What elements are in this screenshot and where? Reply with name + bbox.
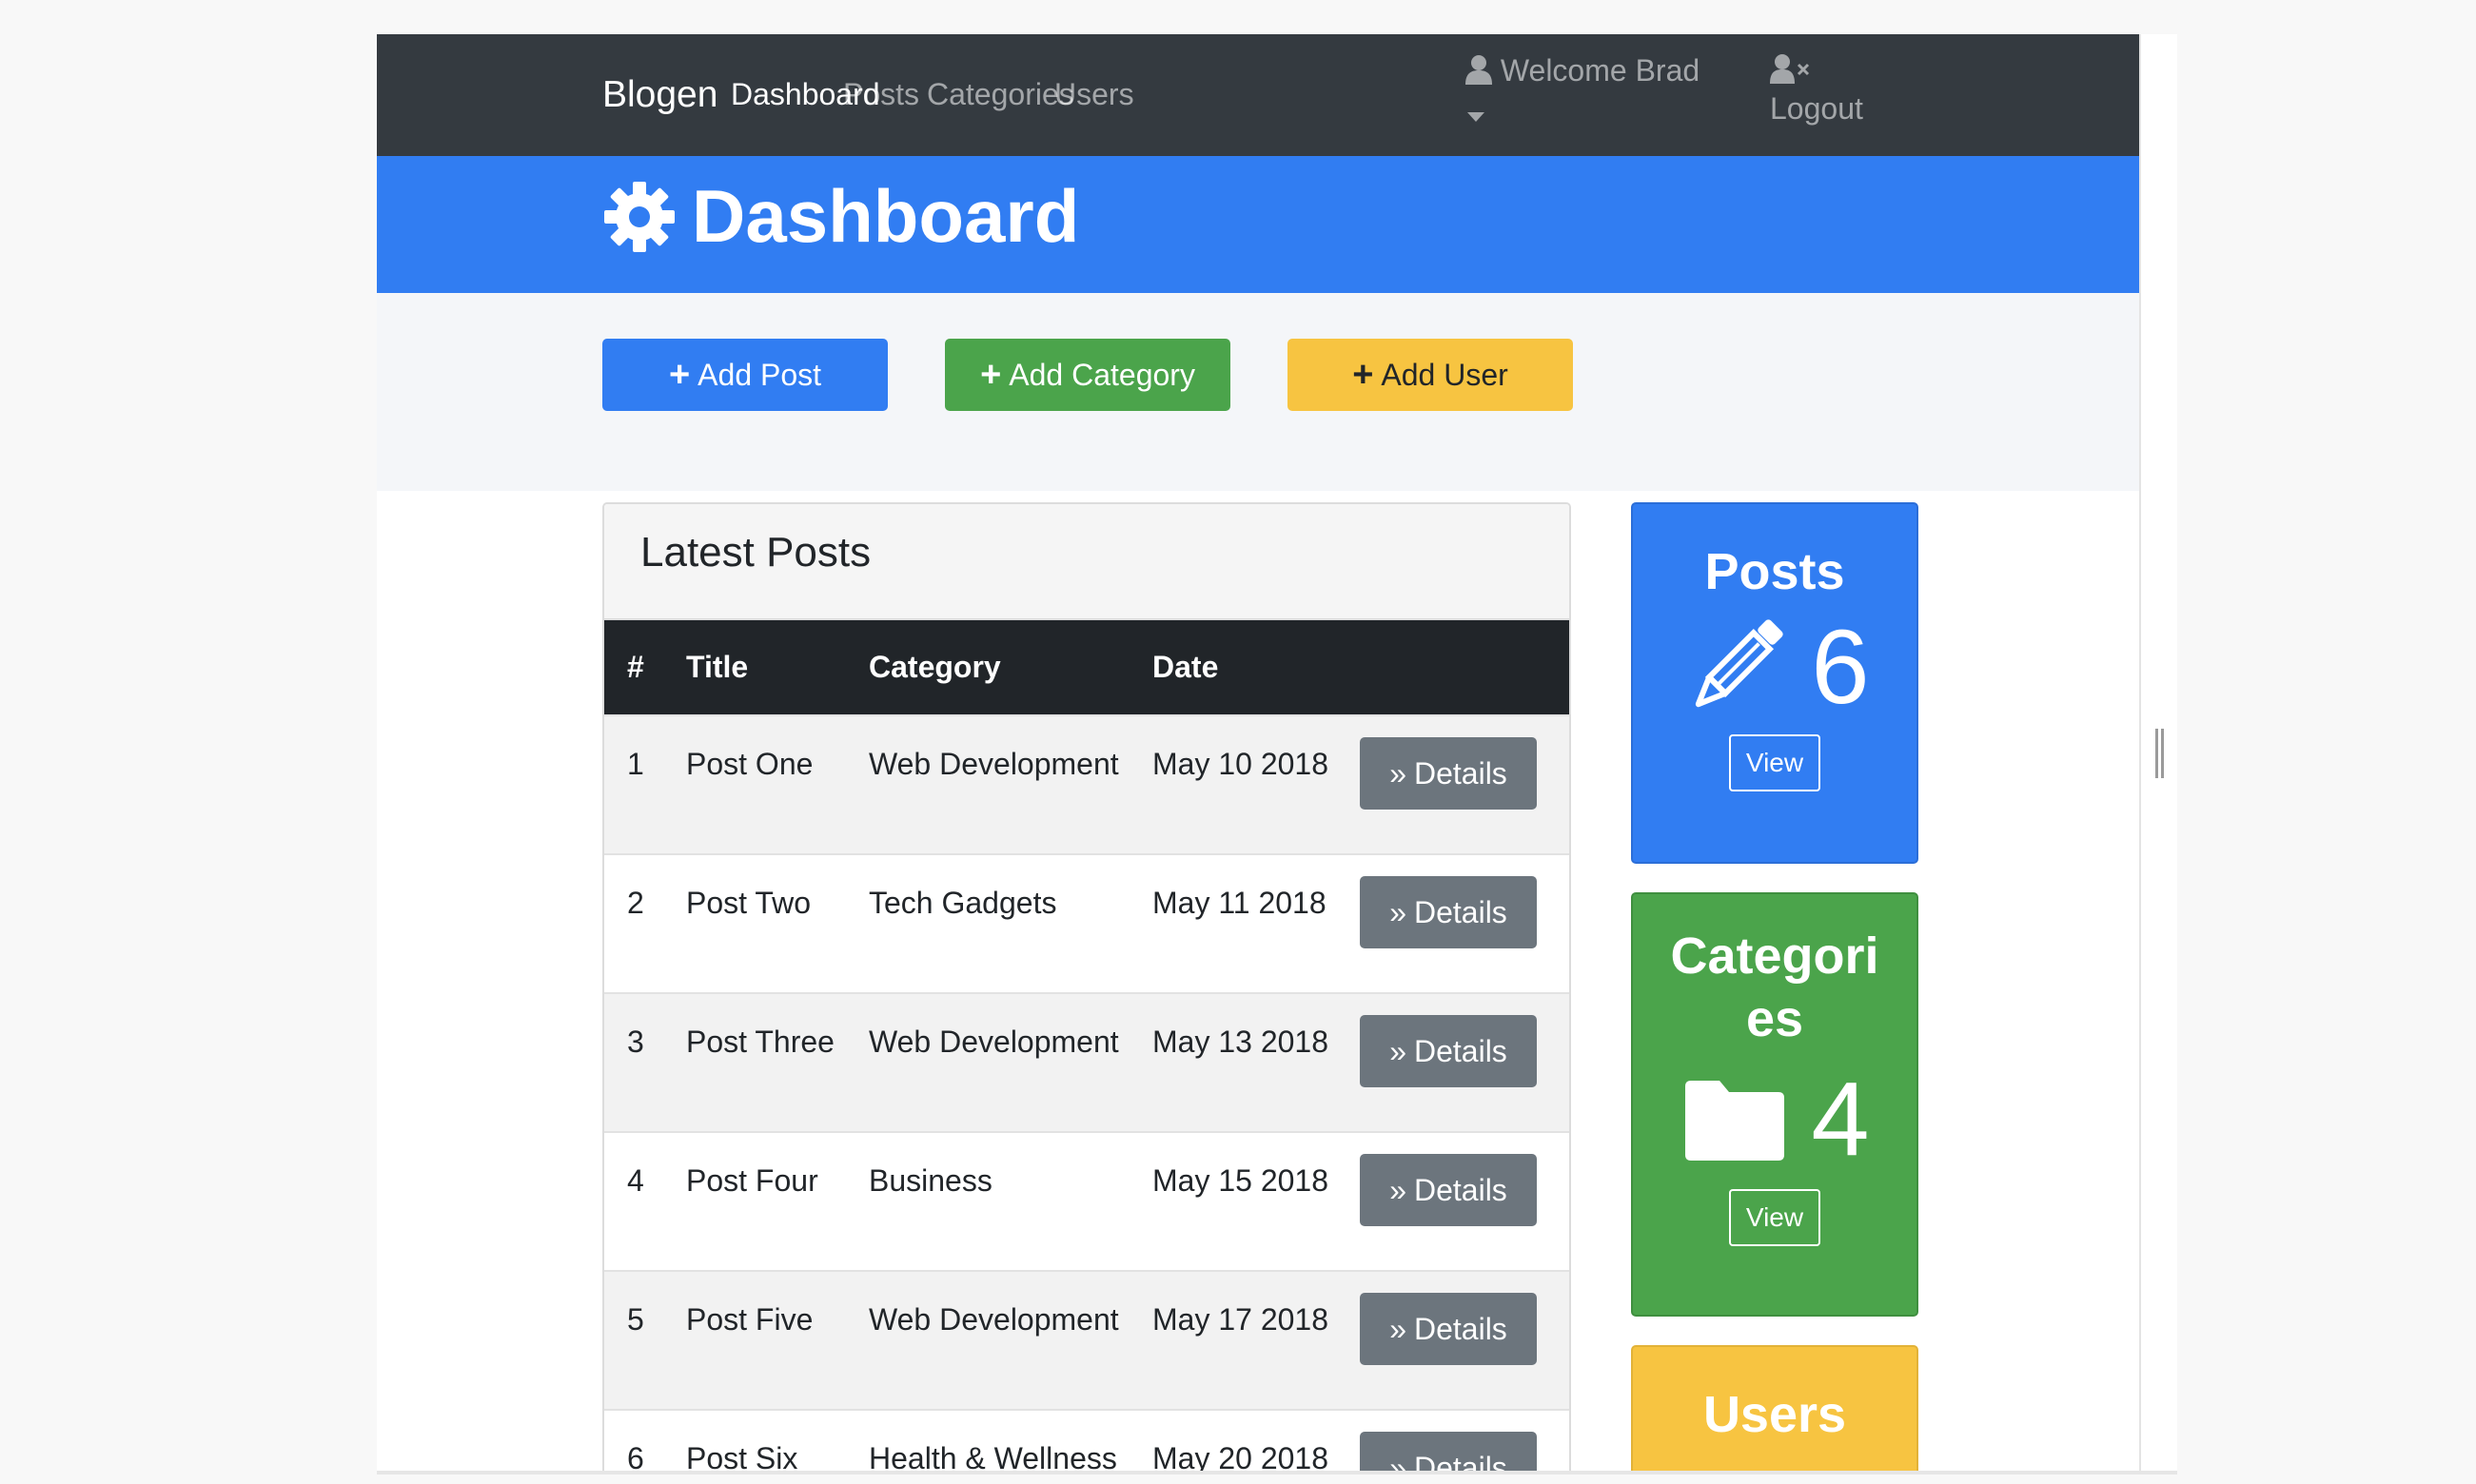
welcome-text: Welcome Brad (1500, 53, 1700, 88)
column-header-title: Title (686, 650, 749, 684)
posts-stat-card: Posts 6 View (1631, 502, 1918, 864)
users-stat-title: Users (1702, 1386, 1847, 1443)
bottom-edge (377, 1471, 2177, 1474)
welcome-dropdown[interactable]: Welcome Brad (1465, 53, 1700, 122)
cell-number: 3 (627, 1025, 644, 1059)
action-bar: + Add Post + Add Category + Add User (377, 293, 2139, 491)
double-chevron-right-icon: » (1389, 1034, 1406, 1068)
gear-icon (602, 180, 677, 254)
column-header-actions (1337, 620, 1569, 715)
add-user-button[interactable]: + Add User (1287, 339, 1573, 411)
details-label: Details (1413, 895, 1507, 929)
plus-icon: + (1352, 354, 1374, 395)
cell-title: Post Four (686, 1163, 818, 1198)
latest-posts-title: Latest Posts (604, 504, 1569, 620)
logout-label: Logout (1770, 91, 1863, 126)
table-row: 1 Post One Web Development May 10 2018 »… (604, 715, 1569, 854)
resize-handle[interactable] (2155, 729, 2164, 778)
cell-title: Post Two (686, 886, 812, 920)
details-button[interactable]: » Details (1360, 1432, 1537, 1474)
user-icon (1465, 54, 1492, 92)
cell-date: May 11 2018 (1152, 886, 1326, 920)
cell-number: 1 (627, 747, 644, 781)
posts-count: 6 (1811, 609, 1870, 726)
posts-table: # Title Category Date 1 Post One Web Dev… (604, 620, 1569, 1474)
pencil-icon (1680, 613, 1790, 723)
cell-number: 2 (627, 886, 644, 920)
cell-category: Web Development (869, 1025, 1119, 1059)
cell-number: 4 (627, 1163, 644, 1198)
cell-title: Post Five (686, 1302, 814, 1337)
cell-date: May 15 2018 (1152, 1163, 1329, 1198)
details-label: Details (1413, 1312, 1507, 1346)
navbar: Blogen Dashboard Posts Categories Users … (377, 34, 2139, 156)
cell-number: 6 (627, 1441, 644, 1474)
cell-number: 5 (627, 1302, 644, 1337)
cell-title: Post One (686, 747, 814, 781)
details-label: Details (1413, 1173, 1507, 1207)
folder-icon (1680, 1077, 1790, 1162)
details-label: Details (1413, 1034, 1507, 1068)
table-row: 4 Post Four Business May 15 2018 » Detail… (604, 1132, 1569, 1271)
plus-icon: + (668, 354, 691, 395)
latest-posts-card: Latest Posts # Title Category Date 1 Pos… (602, 502, 1571, 1474)
add-category-button[interactable]: + Add Category (945, 339, 1230, 411)
cell-title: Post Six (686, 1441, 798, 1474)
add-user-label: Add User (1381, 357, 1508, 392)
user-times-icon (1770, 53, 1863, 91)
add-category-label: Add Category (1009, 357, 1195, 392)
double-chevron-right-icon: » (1389, 1312, 1406, 1346)
users-stat-card: Users (1631, 1345, 1918, 1474)
categories-count: 4 (1811, 1061, 1870, 1178)
details-button[interactable]: » Details (1360, 737, 1537, 810)
page-header: Dashboard (377, 156, 2139, 293)
details-button[interactable]: » Details (1360, 1293, 1537, 1365)
double-chevron-right-icon: » (1389, 1173, 1406, 1207)
double-chevron-right-icon: » (1389, 895, 1406, 929)
page-title: Dashboard (692, 174, 1080, 258)
cell-category: Business (869, 1163, 992, 1198)
table-row: 3 Post Three Web Development May 13 2018… (604, 993, 1569, 1132)
add-post-button[interactable]: + Add Post (602, 339, 888, 411)
view-categories-button[interactable]: View (1728, 1189, 1821, 1246)
column-header-number: # (627, 650, 644, 684)
cell-date: May 13 2018 (1152, 1025, 1329, 1059)
table-row: 2 Post Two Tech Gadgets May 11 2018 » Det… (604, 854, 1569, 993)
cell-date: May 20 2018 (1152, 1441, 1329, 1474)
details-button[interactable]: » Details (1360, 1154, 1537, 1226)
details-label: Details (1413, 756, 1507, 791)
nav-link-users[interactable]: Users (1054, 77, 1134, 112)
browser-page: Blogen Dashboard Posts Categories Users … (377, 34, 2141, 1474)
cell-category: Health & Wellness (869, 1441, 1117, 1474)
details-button[interactable]: » Details (1360, 1015, 1537, 1087)
table-row: 6 Post Six Health & Wellness May 20 2018… (604, 1410, 1569, 1474)
plus-icon: + (980, 354, 1002, 395)
view-posts-button[interactable]: View (1728, 734, 1821, 791)
categories-stat-title: Categories (1670, 928, 1879, 1047)
cell-category: Web Development (869, 1302, 1119, 1337)
cell-category: Tech Gadgets (869, 886, 1057, 920)
nav-link-posts[interactable]: Posts (843, 77, 919, 112)
cell-category: Web Development (869, 747, 1119, 781)
column-header-date: Date (1152, 650, 1219, 684)
logout-link[interactable]: Logout (1770, 53, 1863, 127)
cell-title: Post Three (686, 1025, 835, 1059)
posts-stat-title: Posts (1704, 543, 1845, 600)
nav-link-categories[interactable]: Categories (927, 77, 1074, 112)
categories-stat-card: Categories 4 View (1631, 892, 1918, 1317)
add-post-label: Add Post (698, 357, 822, 392)
cell-date: May 10 2018 (1152, 747, 1329, 781)
chevron-down-icon (1467, 112, 1484, 122)
cell-date: May 17 2018 (1152, 1302, 1329, 1337)
details-button[interactable]: » Details (1360, 876, 1537, 948)
table-row: 5 Post Five Web Development May 17 2018 … (604, 1271, 1569, 1410)
double-chevron-right-icon: » (1389, 756, 1406, 791)
table-header-row: # Title Category Date (604, 620, 1569, 715)
column-header-category: Category (869, 650, 1001, 684)
navbar-brand[interactable]: Blogen (602, 74, 717, 116)
